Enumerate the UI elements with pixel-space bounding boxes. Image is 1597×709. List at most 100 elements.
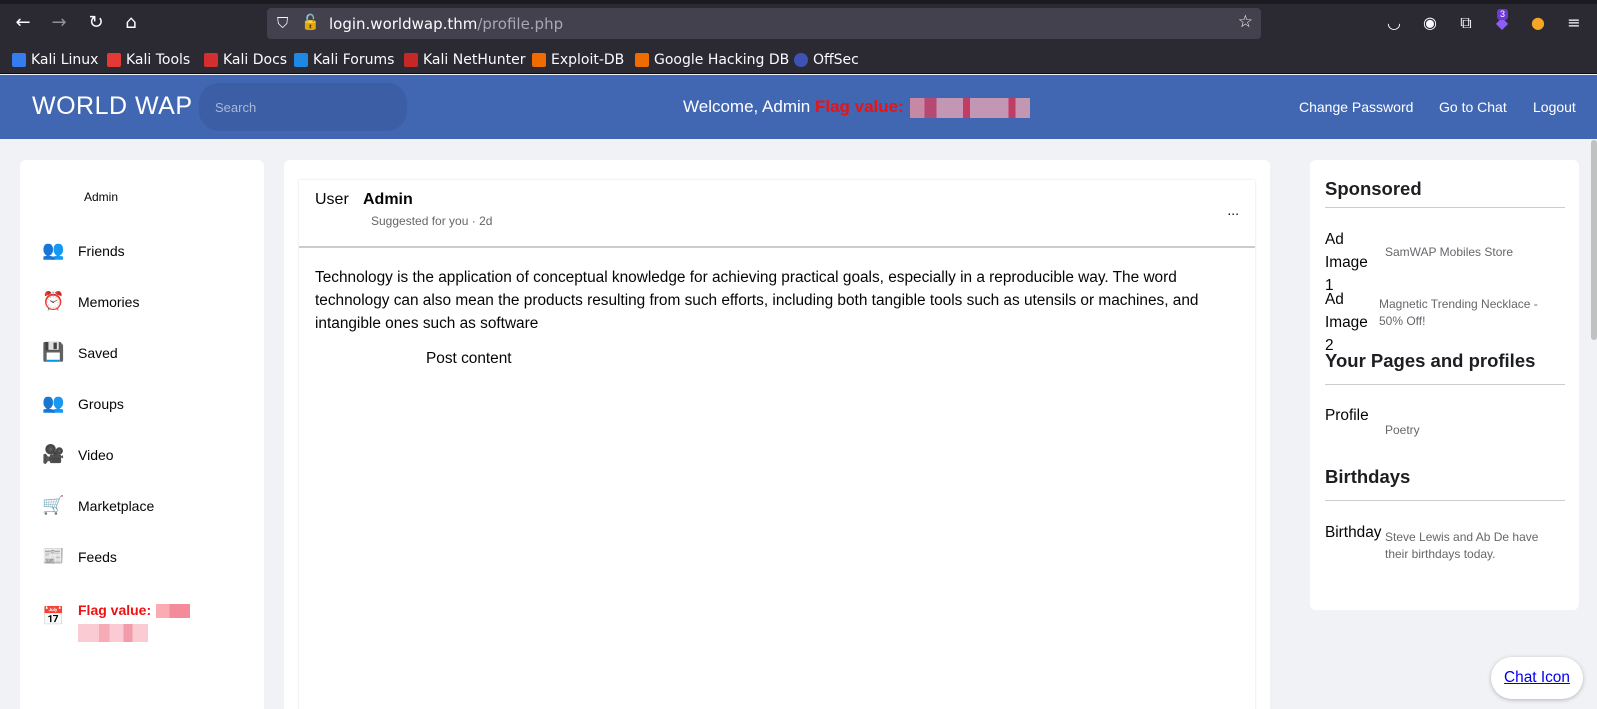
bookmark-label: Kali Forums xyxy=(313,52,395,68)
left-sidebar: Admin 👥 Friends ⏰ Memories 💾 Saved 👥 Groups … xyxy=(20,160,264,709)
ad-image-1[interactable]: Ad Image 1 xyxy=(1325,228,1375,297)
logout-link[interactable]: Logout xyxy=(1533,99,1576,115)
marketplace-icon: 🛒 xyxy=(42,495,65,516)
sidebar-item-label: Marketplace xyxy=(78,498,155,514)
address-bar[interactable]: ⛉ 🔓 login.worldwap.thm/profile.php ☆ xyxy=(267,8,1261,39)
kali-docs-icon xyxy=(204,53,218,67)
sidebar-item-groups[interactable]: 👥 Groups xyxy=(42,390,252,418)
calendar-icon: 📅 xyxy=(42,606,65,627)
sponsored-divider xyxy=(1325,207,1565,208)
ad-image-2[interactable]: Ad Image 2 xyxy=(1325,288,1375,357)
post-options-button[interactable]: ... xyxy=(1227,202,1239,218)
sidebar-user-name[interactable]: Admin xyxy=(84,190,118,204)
bookmark-kali-tools[interactable]: Kali Tools xyxy=(107,50,190,70)
bookmark-kali-nethunter[interactable]: Kali NetHunter xyxy=(404,50,525,70)
kali-tools-icon xyxy=(107,53,121,67)
main-feed: User Admin Suggested for you · 2d ... Te… xyxy=(284,160,1270,709)
forward-arrow-icon[interactable]: → xyxy=(48,12,70,34)
chat-button[interactable]: Chat Icon xyxy=(1491,657,1583,699)
sidebar-item-label: Feeds xyxy=(78,549,117,565)
sidebar-item-label: Saved xyxy=(78,345,118,361)
pages-divider xyxy=(1325,384,1565,385)
sidebar-item-label: Memories xyxy=(78,294,140,310)
profile-image[interactable]: Profile xyxy=(1325,404,1369,427)
sidebar-item-label: Video xyxy=(78,447,114,463)
birthday-text: Steve Lewis and Ab De have their birthda… xyxy=(1385,530,1539,561)
memories-icon: ⏰ xyxy=(42,291,65,312)
video-icon: 🎥 xyxy=(42,444,65,465)
sidebar-item-friends[interactable]: 👥 Friends xyxy=(42,237,252,265)
bookmark-label: Kali Docs xyxy=(223,52,288,68)
sponsored-heading: Sponsored xyxy=(1325,178,1422,199)
pages-heading: Your Pages and profiles xyxy=(1325,350,1536,371)
welcome-text: Welcome, Admin xyxy=(683,97,811,116)
menu-icon[interactable]: ≡ xyxy=(1563,12,1585,34)
search-input[interactable] xyxy=(199,83,407,131)
offsec-icon xyxy=(794,53,808,67)
brand-logo[interactable]: WORLD WAP xyxy=(32,92,193,121)
sidebar-flag-label: Flag value: xyxy=(78,602,152,618)
birthday-image: Birthday xyxy=(1325,524,1382,541)
saved-icon: 💾 xyxy=(42,342,65,363)
extension-badge: 3 xyxy=(1497,9,1509,20)
bookmark-kali-linux[interactable]: Kali Linux xyxy=(12,50,98,70)
bookmark-label: Kali Linux xyxy=(31,52,99,68)
bookmark-star-icon[interactable]: ☆ xyxy=(1238,12,1253,32)
ad-text-1[interactable]: SamWAP Mobiles Store xyxy=(1385,244,1560,261)
site-header: WORLD WAP Welcome, Admin Flag value: Cha… xyxy=(0,75,1597,139)
redacted-flag-value-cont xyxy=(78,624,148,642)
redacted-flag-value xyxy=(909,97,1030,118)
post-content-image: Post content xyxy=(426,350,512,367)
bookmarks-bar: Kali Linux Kali Tools Kali Docs Kali For… xyxy=(0,46,1597,74)
url-text[interactable]: login.worldwap.thm/profile.php xyxy=(329,15,563,33)
post-user-label: User xyxy=(315,191,349,208)
post-card: User Admin Suggested for you · 2d ... Te… xyxy=(299,180,1255,709)
right-sidebar: Sponsored Ad Image 1 SamWAP Mobiles Stor… xyxy=(1310,160,1579,610)
post-text: Technology is the application of concept… xyxy=(315,269,1199,332)
birthdays-heading: Birthdays xyxy=(1325,466,1411,487)
sidebar-item-label: Friends xyxy=(78,243,125,259)
kali-nethunter-icon xyxy=(404,53,418,67)
bookmark-label: Kali NetHunter xyxy=(423,52,526,68)
profile-page-name[interactable]: Poetry xyxy=(1385,422,1420,439)
insecure-lock-icon[interactable]: 🔓 xyxy=(301,13,320,31)
go-to-chat-link[interactable]: Go to Chat xyxy=(1439,99,1507,115)
bookmark-google-hacking-db[interactable]: Google Hacking DB xyxy=(635,50,789,70)
kali-linux-icon xyxy=(12,53,26,67)
cookie-extension-icon[interactable]: ● xyxy=(1527,12,1549,34)
sidebar-item-memories[interactable]: ⏰ Memories xyxy=(42,288,252,316)
window-top-strip xyxy=(0,0,1597,4)
back-arrow-icon[interactable]: ← xyxy=(12,12,34,34)
shield-icon[interactable]: ⛉ xyxy=(277,14,288,32)
sidebar-item-feeds[interactable]: 📰 Feeds xyxy=(42,543,252,571)
exploit-db-icon xyxy=(532,53,546,67)
post-divider xyxy=(299,246,1255,248)
extensions-icon[interactable]: ⧉ xyxy=(1455,12,1477,34)
bookmark-offsec[interactable]: OffSec xyxy=(794,50,859,70)
sidebar-item-marketplace[interactable]: 🛒 Marketplace xyxy=(42,492,252,520)
flag-label: Flag value: xyxy=(814,97,904,116)
post-meta: Suggested for you · 2d xyxy=(371,214,493,228)
page-scrollbar[interactable] xyxy=(1591,140,1597,340)
sidebar-item-label: Groups xyxy=(78,396,124,412)
bookmark-exploit-db[interactable]: Exploit-DB xyxy=(532,50,624,70)
change-password-link[interactable]: Change Password xyxy=(1299,99,1413,115)
friends-icon: 👥 xyxy=(42,240,65,261)
bookmark-label: Exploit-DB xyxy=(551,52,625,68)
sidebar-item-saved[interactable]: 💾 Saved xyxy=(42,339,252,367)
google-hacking-db-icon xyxy=(635,53,649,67)
groups-icon: 👥 xyxy=(42,393,65,414)
feeds-icon: 📰 xyxy=(42,546,65,567)
bookmark-kali-forums[interactable]: Kali Forums xyxy=(294,50,394,70)
bookmark-kali-docs[interactable]: Kali Docs xyxy=(204,50,287,70)
browser-toolbar: ← → ↻ ⌂ ⛉ 🔓 login.worldwap.thm/profile.p… xyxy=(0,0,1597,46)
sidebar-item-video[interactable]: 🎥 Video xyxy=(42,441,252,469)
home-icon[interactable]: ⌂ xyxy=(120,12,142,34)
pocket-icon[interactable]: ◡ xyxy=(1383,12,1405,34)
account-icon[interactable]: ◉ xyxy=(1419,12,1441,34)
reload-icon[interactable]: ↻ xyxy=(85,12,107,34)
redacted-flag-value xyxy=(156,604,190,618)
bookmark-label: Kali Tools xyxy=(126,52,191,68)
ad-text-2[interactable]: Magnetic Trending Necklace - 50% Off! xyxy=(1379,296,1559,330)
post-author[interactable]: Admin xyxy=(363,191,413,209)
